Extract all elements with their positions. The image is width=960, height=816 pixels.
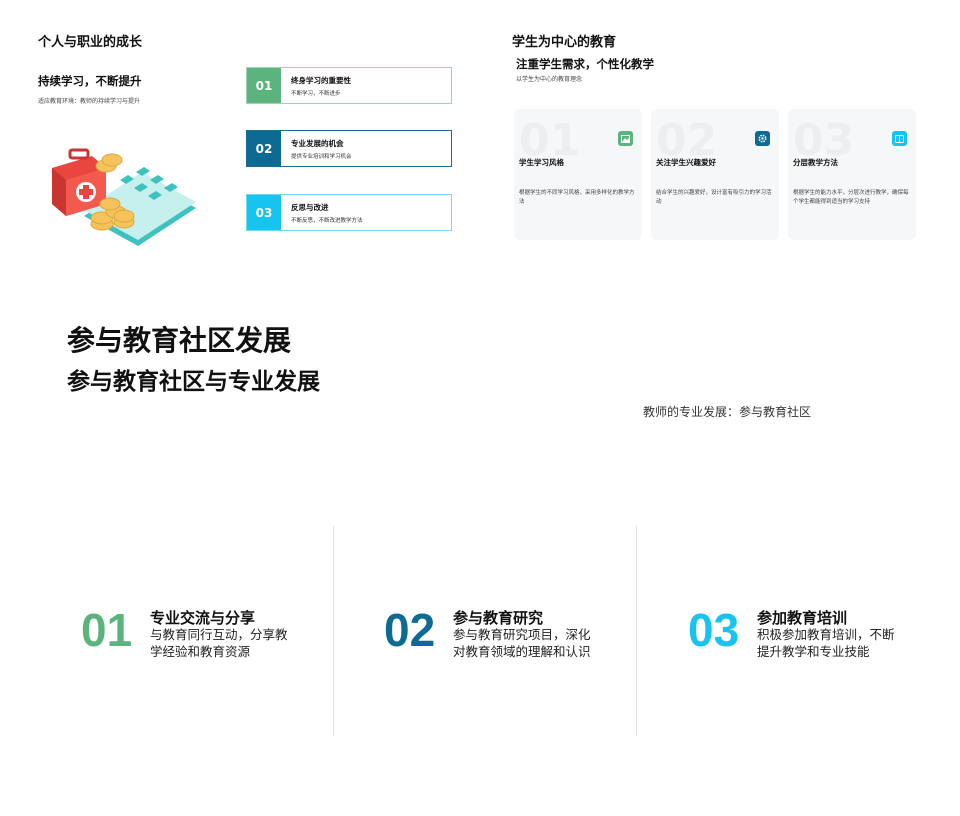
feature-card: 01 学生学习风格 根据学生的不同学习风格，采用多样化的教学方法	[514, 109, 642, 240]
step-description: 不断学习，不断进步	[291, 90, 341, 97]
step-item: 02 专业发展的机会 提供专业培训和学习机会	[246, 130, 452, 167]
slide-subtitle: 持续学习，不断提升	[38, 74, 142, 88]
step-number: 03	[247, 195, 281, 230]
item-number: 01	[81, 604, 133, 656]
step-item: 03 反思与改进 不断反思，不断改进教学方法	[246, 194, 452, 231]
card-description: 根据学生的不同学习风格，采用多样化的教学方法	[519, 190, 635, 205]
card-title: 关注学生兴趣爱好	[656, 158, 716, 167]
slide-subtitle: 参与教育社区与专业发展	[67, 369, 320, 395]
image-icon	[618, 131, 633, 146]
card-description: 根据学生的能力水平，分层次进行教学，确保每个学生都能得到适当的学习支持	[793, 190, 909, 205]
step-description: 提供专业培训和学习机会	[291, 153, 352, 160]
step-title: 专业发展的机会	[291, 138, 344, 148]
card-title: 分层教学方法	[793, 158, 838, 167]
book-icon	[892, 131, 907, 146]
development-item: 03 参加教育培训 积极参加教育培训，不断提升教学和专业技能	[636, 526, 940, 736]
step-description: 不断反思，不断改进教学方法	[291, 217, 363, 224]
slide-title: 个人与职业的成长	[38, 35, 143, 50]
card-title: 学生学习风格	[519, 158, 564, 167]
slide-note: 教师的专业发展：参与教育社区	[643, 405, 812, 419]
item-number: 02	[384, 604, 436, 656]
step-item: 01 终身学习的重要性 不断学习，不断进步	[246, 67, 452, 104]
slide-description: 适应教育环境：教师的持续学习与提升	[38, 98, 141, 105]
step-title: 终身学习的重要性	[291, 75, 351, 85]
gear-icon	[755, 131, 770, 146]
slide-subtitle: 注重学生需求，个性化教学	[516, 57, 654, 71]
slide-description: 以学生为中心的教育理念	[516, 76, 583, 83]
feature-card: 03 分层教学方法 根据学生的能力水平，分层次进行教学，确保每个学生都能得到适当…	[788, 109, 916, 240]
item-number: 03	[688, 604, 740, 656]
item-title: 专业交流与分享	[150, 609, 256, 627]
item-title: 参与教育研究	[453, 609, 544, 627]
medical-kit-calculator-coins-icon	[52, 148, 196, 246]
feature-card: 02 关注学生兴趣爱好 结合学生的兴趣爱好，设计富有吸引力的学习活动	[651, 109, 779, 240]
development-item: 01 专业交流与分享 与教育同行互动，分享教学经验和教育资源	[28, 526, 332, 736]
step-number: 02	[247, 131, 281, 166]
item-title: 参加教育培训	[757, 609, 848, 627]
slide-title: 学生为中心的教育	[512, 35, 617, 50]
development-item: 02 参与教育研究 参与教育研究项目，深化对教育领域的理解和认识	[332, 526, 636, 736]
item-description: 参与教育研究项目，深化对教育领域的理解和认识	[453, 627, 591, 659]
step-title: 反思与改进	[291, 202, 329, 212]
slide-title: 参与教育社区发展	[67, 324, 292, 357]
step-number: 01	[247, 68, 281, 103]
item-description: 与教育同行互动，分享教学经验和教育资源	[150, 627, 288, 659]
slide-personal-growth: 个人与职业的成长 持续学习，不断提升 适应教育环境：教师的持续学习与提升 01 …	[0, 0, 480, 260]
card-description: 结合学生的兴趣爱好，设计富有吸引力的学习活动	[656, 190, 772, 205]
slide-student-centered: 学生为中心的教育 注重学生需求，个性化教学 以学生为中心的教育理念 01 学生学…	[480, 0, 960, 260]
item-description: 积极参加教育培训，不断提升教学和专业技能	[757, 627, 895, 659]
